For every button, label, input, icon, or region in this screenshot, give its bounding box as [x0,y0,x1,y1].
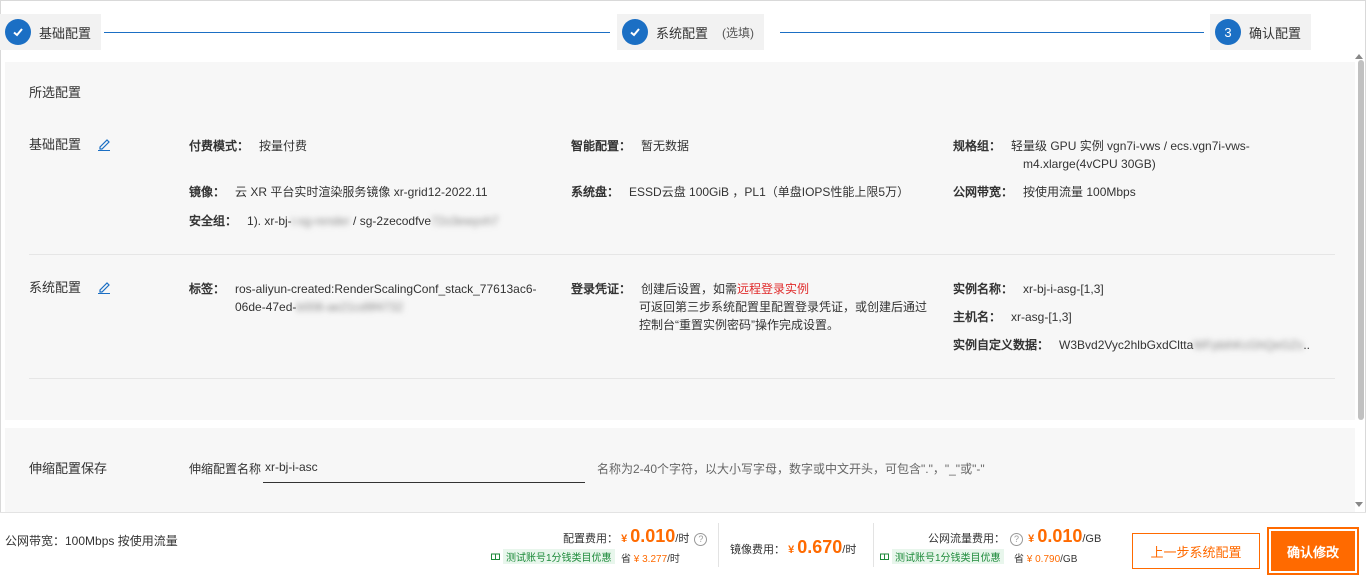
step-label: 基础配置 [39,25,92,41]
step-basic[interactable]: 基础配置 [0,14,102,50]
scaling-config-save-section: 伸缩配置保存 伸缩配置名称 名称为2-40个字符，以大小写字母，数字或中文开头，… [5,428,1355,518]
traffic-fee-saving: 省 ¥ 0.790/GB [1014,554,1078,565]
config-name-label: 伸缩配置名称 [189,462,262,476]
scrollbar-thumb[interactable] [1358,60,1364,420]
check-icon [5,19,31,45]
fee-separator [873,523,874,567]
step-connector [104,32,610,33]
footer-bandwidth: 公网带宽：100Mbps 按使用流量 [5,534,178,548]
gift-icon [880,551,889,563]
traffic-fee: 公网流量费用： ? ¥ 0.010/GB [928,526,1102,546]
instance-name: 实例名称： xr-bj-i-asg-[1,3] [953,282,1104,296]
spec-group: 规格组： 轻量级 GPU 实例 vgn7i-vws / ecs.vgn7i-vws… [953,139,1250,171]
tags: 标签： ros-aliyun-created:RenderScalingConf_… [189,282,537,314]
section-title: 基础配置 [29,137,82,152]
smart-config: 智能配置： 暂无数据 [571,139,690,153]
config-fee-promo: 测试账号1分钱类目优惠 [491,549,615,564]
step-system[interactable]: 系统配置 (选填) [617,14,765,50]
login-credential: 登录凭证： 创建后设置，如需远程登录实例 可返回第三步系统配置里配置登录凭证，或创… [571,282,928,332]
user-data: 实例自定义数据： W3Bvd2Vyc2hlbGxdClttaWFpbihKcGhQ… [953,338,1310,352]
host-name: 主机名： xr-asg-[1,3] [953,310,1072,324]
previous-step-button[interactable]: 上一步系统配置 [1132,533,1260,569]
image: 镜像：云 XR 平台实时渲染服务镜像 xr-grid12-2022.11 [189,185,488,199]
system-disk: 系统盘： ESSD云盘 100GiB ，PL1（单盘IOPS性能上限5万） [571,185,910,199]
security-group: 安全组： 1). xr-bj-i-sg-render / sg-2zecodfve… [189,214,499,228]
system-config-heading: 系统配置 [29,277,111,296]
edit-icon[interactable] [97,280,111,294]
scroll-down-arrow[interactable] [1355,502,1363,507]
gift-icon [491,551,500,563]
remote-login-link[interactable]: 远程登录实例 [737,282,809,296]
divider [29,254,1335,255]
check-icon [622,19,648,45]
image-fee: 镜像费用： ¥ 0.670/时 [730,537,857,557]
config-name-hint: 名称为2-40个字符，以大小写字母，数字或中文开头，可包含"."，"_"或"-" [597,462,985,476]
section-title: 系统配置 [29,280,82,295]
panel-title: 所选配置 [29,85,82,100]
help-icon[interactable]: ? [1010,533,1024,546]
divider [29,378,1335,379]
save-section-title: 伸缩配置保存 [29,461,108,476]
traffic-fee-promo: 测试账号1分钱类目优惠 [880,549,1004,564]
help-icon[interactable]: ? [694,533,708,546]
confirm-modify-button[interactable]: 确认修改 [1271,531,1355,571]
step-number: 3 [1215,19,1241,45]
scroll-up-arrow[interactable] [1355,54,1363,59]
footer-bar: 公网带宽：100Mbps 按使用流量 配置费用： ¥ 0.010/时 ? 测试账… [0,512,1366,575]
payment-mode: 付费模式： 按量付费 [189,139,308,153]
step-optional-note: (选填) [722,25,755,40]
edit-icon[interactable] [97,137,111,151]
basic-config-heading: 基础配置 [29,134,111,153]
step-progress: 基础配置 系统配置 (选填) 3 确认配置 [0,14,1366,50]
fee-separator [718,523,719,567]
step-label: 确认配置 [1249,25,1302,41]
step-label: 系统配置 [656,25,709,41]
step-connector [780,32,1204,33]
config-name-input[interactable] [263,452,585,483]
public-bandwidth: 公网带宽： 按使用流量 100Mbps [953,185,1136,199]
step-confirm: 3 确认配置 [1210,14,1312,50]
config-fee-saving: 省 ¥ 3.277/时 [621,554,680,565]
confirm-button-focus-ring: 确认修改 [1267,527,1359,575]
selected-config-panel: 所选配置 基础配置 付费模式： 按量付费 智能配置： 暂无数据 规格组： 轻量级 GP… [5,62,1355,420]
config-fee: 配置费用： ¥ 0.010/时 ? [563,526,709,547]
